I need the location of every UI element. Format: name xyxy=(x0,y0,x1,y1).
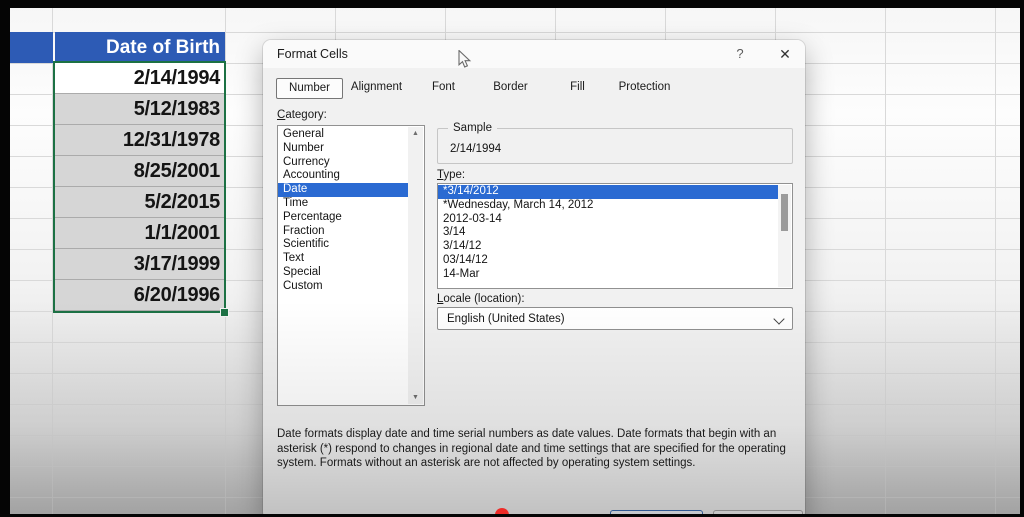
chevron-down-icon xyxy=(773,313,785,325)
date-of-birth-header-cell[interactable]: Date of Birth xyxy=(55,32,225,63)
dialog-tabs: Number Alignment Font Border Fill Protection xyxy=(276,78,678,99)
type-item[interactable]: 3/14 xyxy=(438,226,778,240)
category-item[interactable]: Date xyxy=(278,183,408,197)
locale-label: Locale (location): xyxy=(437,293,525,305)
category-item[interactable]: Percentage xyxy=(278,211,408,225)
type-item[interactable]: 3/14/12 xyxy=(438,240,778,254)
column-a-header-cell[interactable] xyxy=(10,32,53,63)
date-cell[interactable]: 1/1/2001 xyxy=(55,218,225,249)
tab[interactable]: Alignment xyxy=(343,78,410,99)
tab[interactable]: Number xyxy=(276,78,343,99)
category-label: Category: xyxy=(277,109,327,121)
screen: Date of Birth 2/14/1994 5/12/1983 12/31/19… xyxy=(0,0,1024,517)
category-item[interactable]: Text xyxy=(278,252,408,266)
date-cell[interactable]: 6/20/1996 xyxy=(55,280,225,311)
sample-label: Sample xyxy=(448,122,497,134)
category-item[interactable]: Custom xyxy=(278,280,408,294)
type-item[interactable]: 03/14/12 xyxy=(438,254,778,268)
category-item[interactable]: General xyxy=(278,128,408,142)
type-item[interactable]: 14-Mar xyxy=(438,268,778,282)
tab[interactable]: Border xyxy=(477,78,544,99)
selection-fill-handle[interactable] xyxy=(220,308,229,317)
type-item[interactable]: *3/14/2012 xyxy=(438,185,778,199)
letterbox-right xyxy=(1020,0,1024,517)
date-cell[interactable]: 8/25/2001 xyxy=(55,156,225,187)
date-column: 2/14/1994 5/12/1983 12/31/1978 8/25/2001 5/2… xyxy=(55,63,225,311)
letterbox-left xyxy=(0,0,10,517)
type-item[interactable]: 2012-03-14 xyxy=(438,213,778,227)
date-cell[interactable]: 12/31/1978 xyxy=(55,125,225,156)
locale-label-rest: ocale (location): xyxy=(443,293,525,305)
type-label: Type: xyxy=(437,169,465,181)
spreadsheet-column-gridline xyxy=(52,8,53,514)
help-icon[interactable]: ? xyxy=(731,45,749,63)
close-icon[interactable]: ✕ xyxy=(775,44,795,64)
letterbox-top xyxy=(0,0,1024,8)
spreadsheet-column-gridline xyxy=(225,8,226,514)
locale-dropdown[interactable]: English (United States) xyxy=(437,307,793,330)
tab[interactable]: Protection xyxy=(611,78,678,99)
category-item[interactable]: Accounting xyxy=(278,169,408,183)
date-cell[interactable]: 5/12/1983 xyxy=(55,94,225,125)
category-item[interactable]: Special xyxy=(278,266,408,280)
date-cell[interactable]: 2/14/1994 xyxy=(55,63,225,94)
category-item[interactable]: Fraction xyxy=(278,225,408,239)
tab[interactable]: Font xyxy=(410,78,477,99)
sample-groupbox: Sample 2/14/1994 xyxy=(437,122,793,164)
date-cell[interactable]: 5/2/2015 xyxy=(55,187,225,218)
category-item[interactable]: Currency xyxy=(278,156,408,170)
type-item[interactable]: *Wednesday, March 14, 2012 xyxy=(438,199,778,213)
dialog-titlebar[interactable]: Format Cells ? ✕ xyxy=(263,40,805,68)
locale-value: English (United States) xyxy=(447,312,565,325)
scroll-up-icon[interactable]: ▲ xyxy=(412,130,419,137)
dialog-title: Format Cells xyxy=(277,47,348,61)
sample-value: 2/14/1994 xyxy=(450,143,502,155)
category-label-rest: ategory: xyxy=(285,109,327,121)
category-scrollbar[interactable]: ▲ ▼ xyxy=(408,127,423,404)
spreadsheet-column-gridline xyxy=(995,8,996,514)
category-item[interactable]: Time xyxy=(278,197,408,211)
category-listbox[interactable]: General Number Currency Accounting Date Time P… xyxy=(277,125,425,406)
type-scrollbar-thumb[interactable] xyxy=(781,194,788,231)
category-item[interactable]: Scientific xyxy=(278,238,408,252)
scroll-down-icon[interactable]: ▼ xyxy=(412,394,419,401)
date-cell[interactable]: 3/17/1999 xyxy=(55,249,225,280)
mouse-cursor-icon xyxy=(458,49,472,75)
date-format-description: Date formats display date and time seria… xyxy=(277,428,786,470)
type-label-rest: ype: xyxy=(443,169,466,181)
type-listbox[interactable]: *3/14/2012 *Wednesday, March 14, 2012 2012… xyxy=(437,183,793,289)
type-scrollbar[interactable] xyxy=(778,185,791,287)
spreadsheet-column-gridline xyxy=(885,8,886,514)
category-item[interactable]: Number xyxy=(278,142,408,156)
tab[interactable]: Fill xyxy=(544,78,611,99)
format-cells-dialog: Format Cells ? ✕ Number Alignment Font Bord… xyxy=(263,40,805,517)
